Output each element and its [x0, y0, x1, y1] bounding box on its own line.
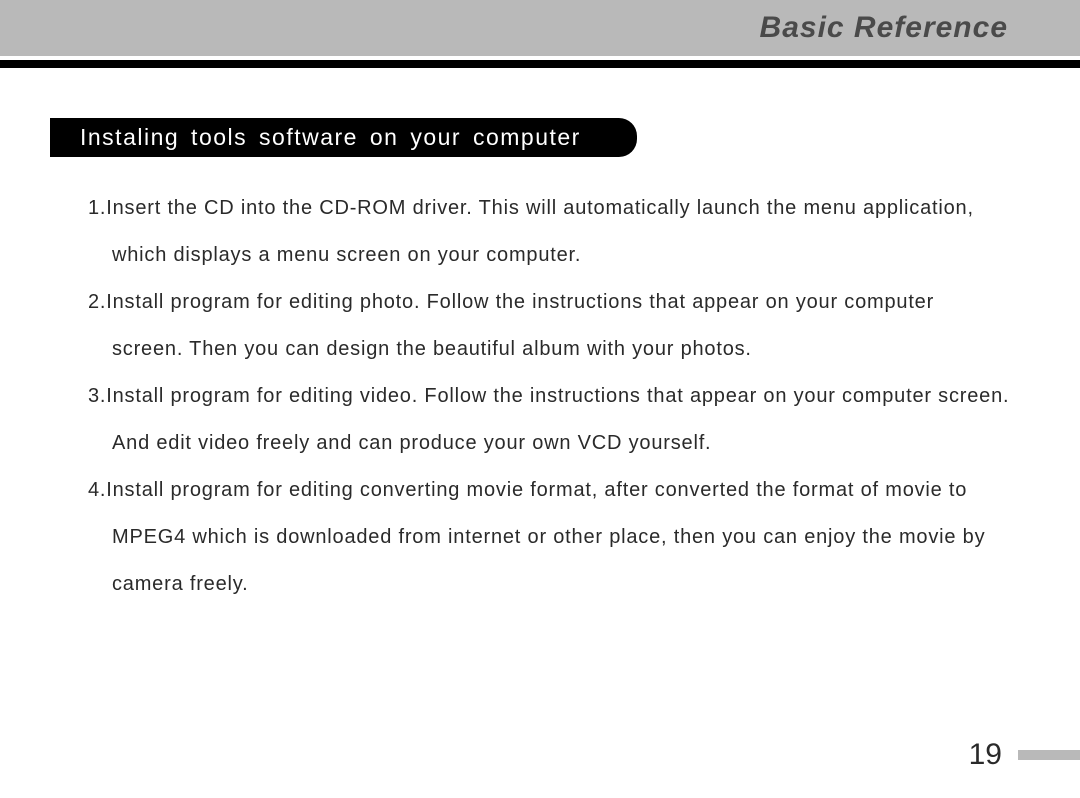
header-divider: [0, 60, 1080, 68]
header-title: Basic Reference: [760, 11, 1008, 45]
page-number: 19: [969, 738, 1018, 772]
step-item: 1.Insert the CD into the CD-ROM driver. …: [88, 185, 1010, 279]
step-item: 2.Install program for editing photo. Fol…: [88, 279, 1010, 373]
page-number-container: 19: [969, 738, 1080, 772]
steps-list: 1.Insert the CD into the CD-ROM driver. …: [40, 185, 1040, 608]
section-heading: Instaling tools software on your compute…: [50, 118, 637, 157]
header-bar: Basic Reference: [0, 0, 1080, 56]
page-content: Instaling tools software on your compute…: [0, 68, 1080, 608]
page-number-bar: [1018, 750, 1080, 760]
step-item: 3.Install program for editing video. Fol…: [88, 373, 1010, 467]
step-item: 4.Install program for editing converting…: [88, 467, 1010, 608]
